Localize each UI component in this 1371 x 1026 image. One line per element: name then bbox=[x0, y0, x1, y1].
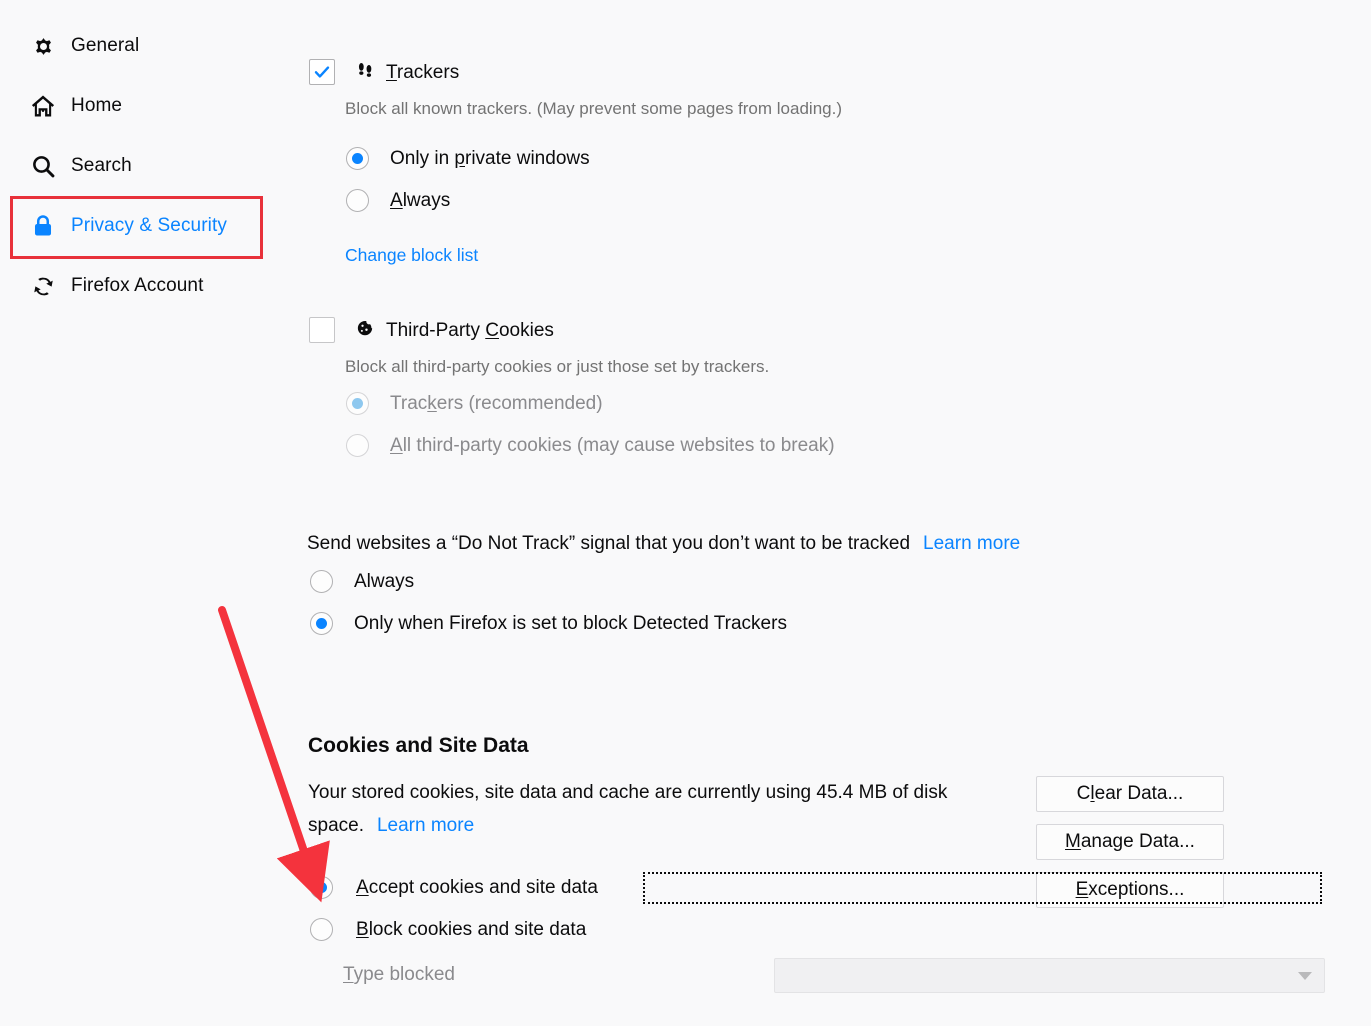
trackers-checkbox[interactable] bbox=[309, 59, 335, 85]
trackers-option-always[interactable]: Always bbox=[346, 189, 450, 212]
do-not-track-option-label: Only when Firefox is set to block Detect… bbox=[354, 613, 787, 634]
accept-cookies-option[interactable]: Accept cookies and site data bbox=[310, 876, 598, 899]
third-party-option-trackers[interactable]: Trackers (recommended) bbox=[346, 392, 603, 415]
trackers-label: Trackers bbox=[386, 61, 460, 83]
cookies-learn-more-link[interactable]: Learn more bbox=[377, 815, 474, 837]
third-party-option-label: All third-party cookies (may cause websi… bbox=[390, 435, 835, 456]
sync-icon bbox=[26, 271, 60, 301]
trackers-label-rest: rackers bbox=[396, 61, 460, 83]
accept-cookies-label: Accept cookies and site data bbox=[356, 877, 598, 898]
radio-dnt-detected-trackers[interactable] bbox=[310, 612, 333, 635]
manage-data-button-label: Manage Data... bbox=[1065, 831, 1195, 852]
type-blocked-label: Type blocked bbox=[343, 964, 455, 985]
do-not-track-text: Send websites a “Do Not Track” signal th… bbox=[307, 533, 911, 554]
chevron-down-icon bbox=[1298, 971, 1312, 980]
cookies-description-line2: space. bbox=[308, 815, 364, 836]
radio-trackers-recommended[interactable] bbox=[346, 392, 369, 415]
exceptions-button[interactable]: Exceptions... bbox=[1036, 872, 1224, 908]
third-party-cookies-description: Block all third-party cookies or just th… bbox=[345, 357, 770, 376]
do-not-track-option-always[interactable]: Always bbox=[310, 570, 414, 593]
radio-block-cookies[interactable] bbox=[310, 918, 333, 941]
sidebar-item-label: Privacy & Security bbox=[71, 215, 227, 236]
third-party-option-all-cookies[interactable]: All third-party cookies (may cause websi… bbox=[346, 434, 835, 457]
cookies-description-line1: Your stored cookies, site data and cache… bbox=[308, 782, 948, 803]
sidebar-item-label: Home bbox=[71, 95, 123, 116]
footprints-icon bbox=[354, 59, 376, 86]
sidebar-item-privacy-security[interactable]: Privacy & Security bbox=[14, 204, 239, 248]
trackers-option-private-windows[interactable]: Only in private windows bbox=[346, 147, 590, 170]
third-party-cookies-label: Third-Party Cookies bbox=[386, 319, 554, 341]
radio-accept-cookies[interactable] bbox=[310, 876, 333, 899]
cookie-icon bbox=[354, 317, 376, 344]
third-party-option-label: Trackers (recommended) bbox=[390, 393, 603, 414]
checkmark-icon bbox=[314, 66, 330, 78]
block-cookies-option[interactable]: Block cookies and site data bbox=[310, 918, 586, 941]
lock-icon bbox=[26, 211, 60, 241]
block-cookies-label: Block cookies and site data bbox=[356, 919, 587, 940]
trackers-description: Block all known trackers. (May prevent s… bbox=[345, 99, 842, 118]
trackers-option-label: Only in private windows bbox=[390, 148, 590, 169]
trackers-checkbox-row[interactable]: Trackers bbox=[309, 59, 459, 86]
clear-data-button-label: Clear Data... bbox=[1076, 783, 1184, 804]
sidebar-item-label: Search bbox=[71, 155, 132, 176]
do-not-track-learn-more-link[interactable]: Learn more bbox=[923, 533, 1020, 555]
manage-data-button[interactable]: Manage Data... bbox=[1036, 824, 1224, 860]
do-not-track-option-label: Always bbox=[354, 571, 415, 592]
change-block-list-link[interactable]: Change block list bbox=[345, 245, 478, 266]
sidebar: General Home Search Privacy & Security F… bbox=[0, 0, 300, 1026]
radio-dnt-always[interactable] bbox=[310, 570, 333, 593]
trackers-option-label: Always bbox=[390, 190, 451, 211]
third-party-cookies-checkbox-row[interactable]: Third-Party Cookies bbox=[309, 317, 554, 344]
clear-data-button[interactable]: Clear Data... bbox=[1036, 776, 1224, 812]
radio-only-private-windows[interactable] bbox=[346, 147, 369, 170]
sidebar-item-search[interactable]: Search bbox=[14, 144, 144, 188]
exceptions-button-label: Exceptions... bbox=[1075, 879, 1185, 900]
radio-trackers-always[interactable] bbox=[346, 189, 369, 212]
cookies-description: Your stored cookies, site data and cache… bbox=[308, 776, 1008, 842]
preferences-page: General Home Search Privacy & Security F… bbox=[0, 0, 1371, 1026]
sidebar-item-general[interactable]: General bbox=[14, 24, 151, 68]
sidebar-item-label: General bbox=[71, 35, 140, 56]
main-content: Trackers Block all known trackers. (May … bbox=[300, 0, 1371, 1026]
home-icon bbox=[26, 91, 60, 121]
gear-icon bbox=[26, 31, 60, 61]
type-blocked-dropdown[interactable] bbox=[774, 958, 1325, 993]
sidebar-item-firefox-account[interactable]: Firefox Account bbox=[14, 264, 215, 308]
search-icon bbox=[26, 151, 60, 181]
do-not-track-option-detected[interactable]: Only when Firefox is set to block Detect… bbox=[310, 612, 787, 635]
sidebar-item-label: Firefox Account bbox=[71, 275, 204, 296]
radio-all-third-party-cookies[interactable] bbox=[346, 434, 369, 457]
do-not-track-row: Send websites a “Do Not Track” signal th… bbox=[307, 531, 1020, 557]
third-party-cookies-checkbox[interactable] bbox=[309, 317, 335, 343]
cookies-section-title: Cookies and Site Data bbox=[308, 734, 529, 757]
sidebar-item-home[interactable]: Home bbox=[14, 84, 134, 128]
